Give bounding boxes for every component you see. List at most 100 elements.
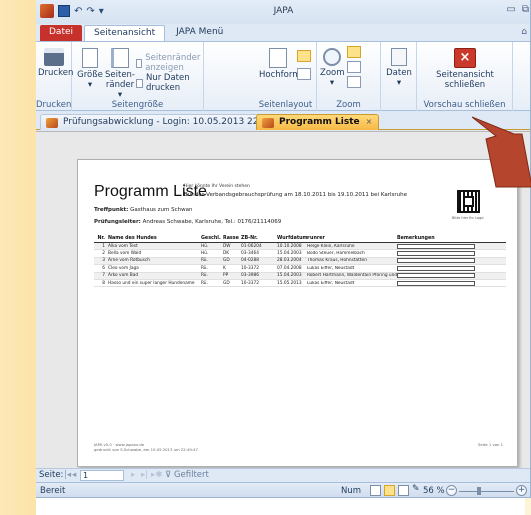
form-icon xyxy=(46,118,58,128)
last-page-button[interactable]: ▸| xyxy=(141,470,148,480)
print-preview-area[interactable]: Programm Liste Hier könnte Ihr Verein st… xyxy=(36,131,530,468)
report-subtitle: Bundes-Verbandsgebrauchsprüfung am 18.10… xyxy=(184,192,407,198)
access-window: ↶ ↷ ▾ JAPA ▭ ⧉ Datei Seitenansicht JAPA … xyxy=(36,0,531,498)
document-tabs: Prüfungsabwicklung - Login: 10.05.2013 2… xyxy=(36,112,530,130)
status-bar: Bereit Num ✎ 56 % − + xyxy=(36,482,530,497)
group-drucken: Drucken Drucken xyxy=(36,42,73,111)
more-pages-icon[interactable] xyxy=(347,76,361,88)
group-label-close-preview: Vorschau schließen xyxy=(423,100,506,110)
report-footer-left: JAPA v5.0 · www.japaxx.de gedruckt von S… xyxy=(94,442,198,452)
dropdown-arrow-icon: ▾ xyxy=(117,90,123,100)
first-page-button[interactable]: |◂ xyxy=(64,470,71,480)
zoom-slider[interactable] xyxy=(459,491,514,492)
table-row: 6 Cleo vom Jaga Rü. K 10-3372 07.04.2008… xyxy=(94,265,506,273)
table-row: 7 Arko vom Bad Rü. PP 03-3986 15.04.2003… xyxy=(94,272,506,280)
filter-indicator[interactable]: ⊽ Gefiltert xyxy=(165,470,209,480)
report-footer-page: Seite 1 von 1 xyxy=(478,442,504,447)
portrait-button[interactable]: Hochformat xyxy=(259,48,309,80)
status-text: Bereit xyxy=(40,486,66,496)
numlock-indicator: Num xyxy=(341,486,362,496)
checkbox-icon xyxy=(136,78,143,88)
group-seitengroesse: Größe ▾ Seiten- ränder ▾ Seitenränder anz… xyxy=(72,42,204,111)
margins-button[interactable]: Seiten- ränder ▾ xyxy=(105,48,135,100)
tab-programm-liste[interactable]: Programm Liste × xyxy=(256,114,380,130)
report-club-note: Hier könnte Ihr Verein stehen xyxy=(184,184,250,189)
dropdown-arrow-icon: ▾ xyxy=(87,80,93,90)
zoom-out-icon[interactable]: − xyxy=(446,485,457,496)
show-margins-checkbox[interactable]: Seitenränder anzeigen xyxy=(136,53,203,73)
qr-caption: Bitte hier Ihr Logo xyxy=(452,216,484,220)
magnifier-icon xyxy=(323,48,341,66)
margins-icon xyxy=(111,48,129,68)
report-treffpunkt: Treffpunkt: Gasthaus zum Schwan xyxy=(94,207,193,213)
table-row: 2 Bella vom Wald Hü. DK 03-3464 15.04.20… xyxy=(94,250,506,258)
dropdown-arrow-icon: ▾ xyxy=(396,78,402,88)
filter-icon: ⊽ xyxy=(165,470,172,480)
data-only-checkbox[interactable]: Nur Daten drucken xyxy=(136,73,203,93)
record-navigator: Seite: |◂ ◂ 1 ▸ ▸| ▸✱ ⊽ Gefiltert xyxy=(36,468,530,482)
close-tab-icon[interactable]: × xyxy=(366,117,373,126)
size-button[interactable]: Größe ▾ xyxy=(76,48,104,90)
report-table: Nr. Name des Hundes Geschl. Rasse ZB-Nr.… xyxy=(94,236,506,288)
dropdown-arrow-icon: ▾ xyxy=(329,78,335,88)
columns-icon[interactable] xyxy=(297,68,311,80)
remarks-box xyxy=(397,251,475,257)
restore-icon[interactable]: ⧉ xyxy=(522,4,529,15)
layout-view-icon[interactable] xyxy=(398,485,409,496)
page-number-input[interactable]: 1 xyxy=(80,470,124,481)
minimize-icon[interactable]: ▭ xyxy=(506,4,515,15)
close-icon: × xyxy=(454,48,476,68)
zoom-button[interactable]: Zoom ▾ xyxy=(320,48,345,88)
remarks-box xyxy=(397,243,475,249)
collapse-ribbon-icon[interactable]: ⌂ xyxy=(521,27,527,37)
zoom-level: 56 % xyxy=(423,486,445,496)
qr-code xyxy=(457,190,480,213)
window-title: JAPA xyxy=(273,6,294,16)
tab-datei[interactable]: Datei xyxy=(40,25,83,41)
table-row: 3 Arne vom Rotbusch Rü. GD 04-0288 28.03… xyxy=(94,257,506,266)
tab-seitenansicht[interactable]: Seitenansicht xyxy=(84,25,166,41)
report-pruefungsleiter: Prüfungsleiter: Andreas Schwabe, Karlsru… xyxy=(94,219,282,225)
ribbon: Drucken Drucken Größe ▾ Seiten- ränder ▾ … xyxy=(36,41,530,111)
window-controls: ▭ ⧉ xyxy=(506,4,529,15)
layout-option-icon[interactable] xyxy=(297,50,311,62)
print-preview-view-icon[interactable] xyxy=(370,485,381,496)
close-preview-button[interactable]: × Seitenansicht schließen xyxy=(427,48,503,90)
zoom-in-icon[interactable]: + xyxy=(516,485,527,496)
checkbox-icon xyxy=(136,58,143,68)
design-view-icon[interactable]: ✎ xyxy=(412,485,423,496)
table-row: 8 Hasso und ein super langer Hundename R… xyxy=(94,280,506,288)
page-label: Seite: xyxy=(39,470,64,480)
title-bar: ↶ ↷ ▾ JAPA ▭ ⧉ xyxy=(36,0,530,24)
new-record-button[interactable]: ▸✱ xyxy=(151,470,162,480)
portrait-icon xyxy=(269,48,287,68)
previous-page-button[interactable]: ◂ xyxy=(72,470,76,480)
group-daten: Daten ▾ xyxy=(381,42,417,111)
group-seitenlayout: Hochformat Seitenlayout xyxy=(255,42,317,111)
group-label-zoom: Zoom xyxy=(336,100,361,110)
group-label-seitengroesse: Seitengröße xyxy=(111,100,164,110)
report-icon xyxy=(262,118,274,128)
page-size-icon xyxy=(82,48,98,68)
remarks-box xyxy=(397,280,475,286)
report-page: Programm Liste Hier könnte Ihr Verein st… xyxy=(77,159,518,467)
one-page-icon[interactable] xyxy=(347,46,361,58)
data-button[interactable]: Daten ▾ xyxy=(384,48,414,88)
report-table-body: 1 Alka vom Test Hü. DW 01-06204 10.10.20… xyxy=(94,243,506,288)
next-page-button[interactable]: ▸ xyxy=(131,470,135,480)
one-page-view-icon[interactable] xyxy=(384,485,395,496)
remarks-box xyxy=(397,273,475,279)
table-row: 1 Alka vom Test Hü. DW 01-06204 10.10.20… xyxy=(94,243,506,251)
background-stripe-left xyxy=(0,0,36,515)
group-label-seitenlayout: Seitenlayout xyxy=(258,100,313,110)
tab-japa-menu[interactable]: JAPA Menü xyxy=(167,25,232,41)
group-zoom: Zoom ▾ Zoom xyxy=(317,42,381,111)
desktop-background: ↶ ↷ ▾ JAPA ▭ ⧉ Datei Seitenansicht JAPA … xyxy=(0,0,531,515)
export-data-icon xyxy=(391,48,407,66)
group-label-drucken: Drucken xyxy=(36,100,72,110)
zoom-slider-thumb[interactable] xyxy=(477,487,481,495)
ribbon-tab-strip: Datei Seitenansicht JAPA Menü ⌂ xyxy=(36,24,530,41)
remarks-box xyxy=(397,265,475,271)
two-pages-icon[interactable] xyxy=(347,61,361,73)
print-button[interactable]: Drucken xyxy=(38,48,73,78)
